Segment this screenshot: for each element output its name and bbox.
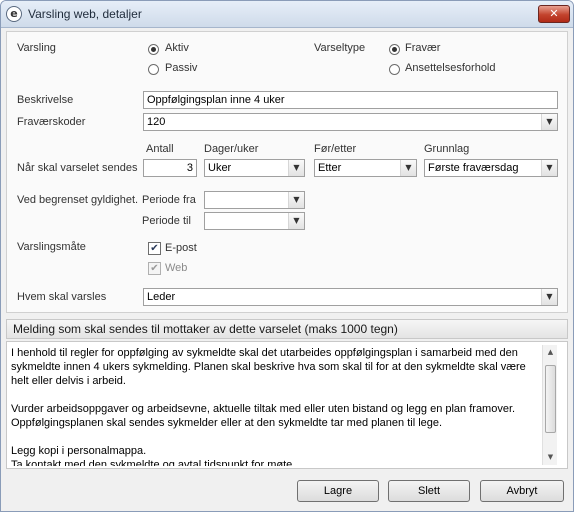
- cancel-button[interactable]: Avbryt: [480, 480, 564, 502]
- window-title: Varsling web, detaljer: [28, 7, 142, 21]
- grunnlag-value: Første fraværsdag: [428, 162, 519, 174]
- checkbox-epost-label: E-post: [165, 242, 197, 254]
- fravaerskoder-select[interactable]: 120 ▼: [143, 113, 558, 131]
- message-scrollbar[interactable]: ▲ ▼: [542, 345, 557, 465]
- dager-uker-header: Dager/uker: [204, 143, 259, 155]
- radio-passiv[interactable]: [148, 64, 159, 75]
- varsling-label: Varsling: [17, 42, 56, 54]
- checkbox-web: ✔: [148, 262, 161, 275]
- scroll-up-icon[interactable]: ▲: [543, 345, 558, 360]
- checkmark-icon: ✔: [150, 263, 159, 274]
- details-panel: Varsling Aktiv Passiv Varseltype Fravær …: [6, 31, 568, 313]
- checkmark-icon: ✔: [150, 243, 159, 254]
- message-paragraph: Vurder arbeidsoppgaver og arbeidsevne, a…: [11, 403, 516, 429]
- scroll-down-icon[interactable]: ▼: [543, 450, 558, 465]
- delete-button[interactable]: Slett: [388, 480, 470, 502]
- radio-ansettelsesforhold[interactable]: [389, 64, 400, 75]
- grunnlag-select[interactable]: Første fraværsdag ▼: [424, 159, 558, 177]
- message-header: Melding som skal sendes til mottaker av …: [6, 319, 568, 339]
- radio-aktiv[interactable]: [148, 44, 159, 55]
- chevron-down-icon[interactable]: ▼: [541, 289, 557, 305]
- periode-fra-label: Periode fra: [142, 194, 196, 206]
- scroll-thumb[interactable]: [545, 365, 556, 433]
- dialog-window: e Varsling web, detaljer ✕ Varsling Akti…: [0, 0, 574, 512]
- hvem-select[interactable]: Leder ▼: [143, 288, 558, 306]
- varslingsmate-label: Varslingsmåte: [17, 241, 86, 253]
- chevron-down-icon[interactable]: ▼: [541, 114, 557, 130]
- antall-header: Antall: [146, 143, 174, 155]
- close-button[interactable]: ✕: [538, 5, 570, 23]
- radio-fravaer-label: Fravær: [405, 42, 441, 54]
- checkbox-epost[interactable]: ✔: [148, 242, 161, 255]
- for-etter-select[interactable]: Etter ▼: [314, 159, 417, 177]
- title-bar[interactable]: e Varsling web, detaljer ✕: [1, 1, 573, 28]
- fravaerskoder-value: 120: [147, 116, 166, 128]
- e-logo-icon: e: [6, 6, 22, 22]
- antall-input[interactable]: 3: [143, 159, 197, 177]
- dager-uker-select[interactable]: Uker ▼: [204, 159, 305, 177]
- beskrivelse-input[interactable]: Oppfølgingsplan inne 4 uker: [143, 91, 558, 109]
- message-paragraph: I henhold til regler for oppfølging av s…: [11, 347, 526, 387]
- dager-uker-value: Uker: [208, 162, 232, 174]
- grunnlag-header: Grunnlag: [424, 143, 470, 155]
- periode-til-label: Periode til: [142, 215, 191, 227]
- chevron-down-icon[interactable]: ▼: [288, 192, 304, 208]
- hvem-label: Hvem skal varsles: [17, 291, 107, 303]
- varsel-sendes-label: Når skal varselet sendes: [17, 162, 138, 174]
- message-textarea[interactable]: I henhold til regler for oppfølging av s…: [6, 341, 568, 469]
- chevron-down-icon[interactable]: ▼: [541, 160, 557, 176]
- for-etter-value: Etter: [318, 162, 342, 174]
- chevron-down-icon[interactable]: ▼: [288, 213, 304, 229]
- radio-ansettelsesforhold-label: Ansettelsesforhold: [405, 62, 496, 74]
- chevron-down-icon[interactable]: ▼: [288, 160, 304, 176]
- chevron-down-icon[interactable]: ▼: [400, 160, 416, 176]
- checkbox-web-label: Web: [165, 262, 188, 274]
- radio-passiv-label: Passiv: [165, 62, 198, 74]
- fravaerskoder-label: Fraværskoder: [17, 116, 86, 128]
- periode-fra-select[interactable]: ▼: [204, 191, 305, 209]
- radio-fravaer[interactable]: [389, 44, 400, 55]
- varseltype-label: Varseltype: [314, 42, 366, 54]
- gyldighet-label: Ved begrenset gyldighet.: [17, 194, 139, 206]
- hvem-value: Leder: [147, 291, 176, 303]
- message-text[interactable]: I henhold til regler for oppfølging av s…: [11, 346, 539, 466]
- radio-aktiv-label: Aktiv: [165, 42, 189, 54]
- message-paragraph: Legg kopi i personalmappa. Ta kontakt me…: [11, 445, 296, 466]
- save-button[interactable]: Lagre: [297, 480, 379, 502]
- periode-til-select[interactable]: ▼: [204, 212, 305, 230]
- beskrivelse-label: Beskrivelse: [17, 94, 74, 106]
- for-etter-header: Før/etter: [314, 143, 357, 155]
